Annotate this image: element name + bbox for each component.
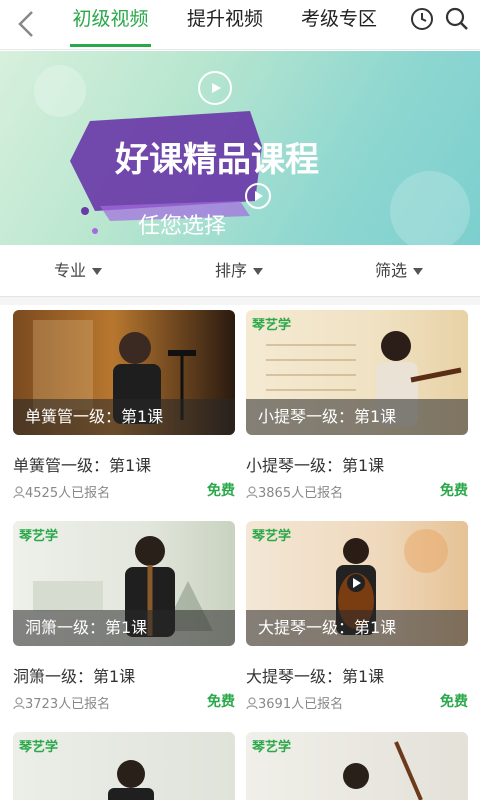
tab-advanced-video[interactable]: 提升视频 bbox=[184, 6, 266, 40]
enrollment-count: 4525人已报名 bbox=[13, 482, 110, 501]
enrollment-count: 3723人已报名 bbox=[13, 693, 110, 712]
filter-sort-label: 排序 bbox=[215, 261, 248, 280]
course-thumbnail: 琴艺学 bbox=[13, 732, 235, 800]
filter-major-label: 专业 bbox=[54, 261, 87, 280]
course-title: 大提琴一级：第1课 bbox=[246, 667, 385, 686]
price-label: 免费 bbox=[440, 694, 468, 710]
course-card[interactable]: 琴艺学 bbox=[13, 732, 235, 800]
promo-banner[interactable]: 好课精品课程 任您选择 bbox=[0, 51, 480, 245]
course-thumbnail: 琴艺学 大提琴一级：第1课 bbox=[246, 521, 468, 646]
course-thumbnail: 琴艺学 bbox=[246, 732, 468, 800]
chevron-left-icon[interactable] bbox=[12, 6, 42, 42]
person-icon bbox=[246, 697, 258, 710]
enrollment-text: 3691人已报名 bbox=[258, 697, 344, 712]
course-card[interactable]: 琴艺学 大提琴一级：第1课 大提琴一级：第1课 3691人已报名 免费 bbox=[246, 521, 468, 716]
enrollment-text: 4525人已报名 bbox=[25, 486, 111, 501]
person-icon bbox=[13, 697, 25, 710]
course-title: 洞箫一级：第1课 bbox=[13, 667, 136, 686]
top-nav-bar: 初级视频 提升视频 考级专区 bbox=[0, 0, 480, 50]
performer-illustration bbox=[343, 741, 423, 800]
caret-down-icon bbox=[92, 268, 103, 275]
enrollment-count: 3691人已报名 bbox=[246, 693, 343, 712]
caret-down-icon bbox=[413, 268, 424, 275]
price-label: 免费 bbox=[440, 483, 468, 499]
tab-beginner-video[interactable]: 初级视频 bbox=[70, 6, 151, 40]
enrollment-count: 3865人已报名 bbox=[246, 482, 343, 501]
filter-bar: 专业 排序 筛选 bbox=[0, 245, 480, 297]
course-card[interactable]: 琴艺学 洞箫一级：第1课 洞箫一级：第1课 3723人已报名 免费 bbox=[13, 521, 235, 716]
course-card[interactable]: 单簧管一级：第1课 单簧管一级：第1课 4525人已报名 免费 bbox=[13, 310, 235, 505]
course-thumbnail: 琴艺学 洞箫一级：第1课 bbox=[13, 521, 235, 646]
thumbnail-caption: 大提琴一级：第1课 bbox=[246, 610, 468, 646]
thumbnail-caption: 单簧管一级：第1课 bbox=[13, 399, 235, 435]
course-card[interactable]: 琴艺学 bbox=[246, 732, 468, 800]
caret-down-icon bbox=[253, 268, 264, 275]
tab-exam-zone[interactable]: 考级专区 bbox=[298, 6, 380, 40]
course-title: 小提琴一级：第1课 bbox=[246, 456, 385, 475]
course-title: 单簧管一级：第1课 bbox=[13, 456, 152, 475]
active-tab-indicator bbox=[70, 44, 151, 47]
filter-screen-label: 筛选 bbox=[375, 261, 408, 280]
thumbnail-caption: 小提琴一级：第1课 bbox=[246, 399, 468, 435]
course-card[interactable]: 琴艺学 小提琴一级：第1课 小提琴一级：第1课 3865人已报名 免费 bbox=[246, 310, 468, 505]
thumbnail-caption: 洞箫一级：第1课 bbox=[13, 610, 235, 646]
course-thumbnail: 琴艺学 小提琴一级：第1课 bbox=[246, 310, 468, 435]
filter-major[interactable]: 专业 bbox=[54, 245, 103, 297]
price-label: 免费 bbox=[207, 694, 235, 710]
banner-subline: 任您选择 bbox=[138, 213, 226, 238]
search-icon[interactable] bbox=[444, 6, 470, 32]
clock-icon[interactable] bbox=[409, 6, 435, 32]
filter-screen[interactable]: 筛选 bbox=[375, 245, 424, 297]
performer-illustration bbox=[108, 760, 154, 800]
divider bbox=[0, 297, 480, 305]
banner-artwork: 好课精品课程 任您选择 bbox=[34, 65, 470, 245]
course-thumbnail: 单簧管一级：第1课 bbox=[13, 310, 235, 435]
person-icon bbox=[246, 486, 258, 499]
person-icon bbox=[13, 486, 25, 499]
enrollment-text: 3723人已报名 bbox=[25, 697, 111, 712]
price-label: 免费 bbox=[207, 483, 235, 499]
banner-headline: 好课精品课程 bbox=[114, 141, 319, 179]
filter-sort[interactable]: 排序 bbox=[215, 245, 264, 297]
enrollment-text: 3865人已报名 bbox=[258, 486, 344, 501]
